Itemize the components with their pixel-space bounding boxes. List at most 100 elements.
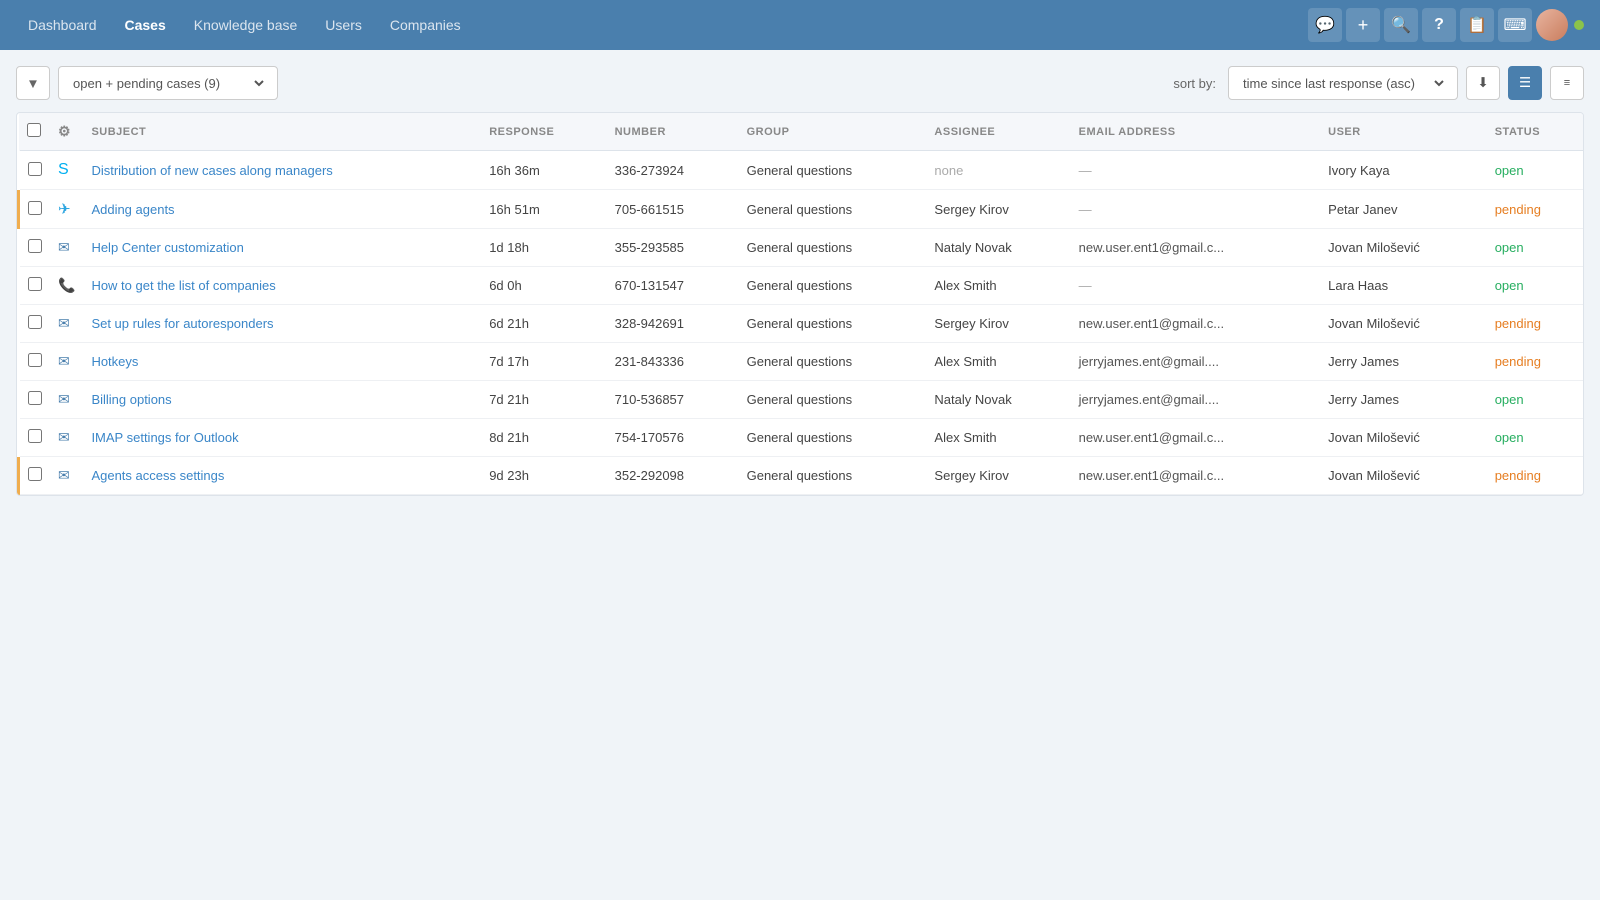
row-subject-cell: Help Center customization <box>83 229 481 267</box>
add-icon-button[interactable]: + <box>1346 8 1380 42</box>
row-checkbox[interactable] <box>28 429 42 443</box>
row-response-cell: 6d 0h <box>481 267 606 305</box>
download-button[interactable]: ⬇ <box>1466 66 1500 100</box>
case-subject-link[interactable]: Billing options <box>91 392 171 407</box>
row-icon-cell: ✉ <box>50 381 83 419</box>
row-assignee-cell: Nataly Novak <box>926 229 1070 267</box>
status-header: STATUS <box>1487 113 1583 151</box>
nav-dashboard[interactable]: Dashboard <box>16 11 109 39</box>
row-email-cell: jerryjames.ent@gmail.... <box>1071 381 1321 419</box>
row-checkbox-cell[interactable] <box>19 190 51 229</box>
help-icon-button[interactable]: ? <box>1422 8 1456 42</box>
row-checkbox[interactable] <box>28 277 42 291</box>
row-checkbox[interactable] <box>28 162 42 176</box>
case-subject-link[interactable]: Set up rules for autoresponders <box>91 316 273 331</box>
search-icon-button[interactable]: 🔍 <box>1384 8 1418 42</box>
nav-cases[interactable]: Cases <box>113 11 178 39</box>
row-response-cell: 16h 36m <box>481 151 606 190</box>
row-response-cell: 16h 51m <box>481 190 606 229</box>
row-status-cell: pending <box>1487 457 1583 495</box>
row-checkbox-cell[interactable] <box>19 267 51 305</box>
row-response-cell: 1d 18h <box>481 229 606 267</box>
case-subject-link[interactable]: Agents access settings <box>91 468 224 483</box>
keyboard-icon-button[interactable]: ⌨ <box>1498 8 1532 42</box>
select-all-checkbox[interactable] <box>27 123 41 137</box>
row-icon-cell: ✉ <box>50 457 83 495</box>
user-avatar-button[interactable] <box>1536 9 1584 41</box>
reports-icon-button[interactable]: 📋 <box>1460 8 1494 42</box>
status-badge: open <box>1495 163 1524 178</box>
list-view-icon: ☰ <box>1519 75 1531 91</box>
nav-companies[interactable]: Companies <box>378 11 473 39</box>
nav-icon-group: 💬 + 🔍 ? 📋 ⌨ <box>1308 8 1584 42</box>
status-badge: open <box>1495 392 1524 407</box>
chat-icon-button[interactable]: 💬 <box>1308 8 1342 42</box>
filter-dropdown[interactable]: open + pending cases (9) open cases pend… <box>58 66 278 100</box>
filter-icon-button[interactable]: ▼ <box>16 66 50 100</box>
row-checkbox-cell[interactable] <box>19 457 51 495</box>
row-checkbox-cell[interactable] <box>19 229 51 267</box>
row-checkbox-cell[interactable] <box>19 305 51 343</box>
nav-users[interactable]: Users <box>313 11 374 39</box>
row-icon-cell: ✉ <box>50 419 83 457</box>
sort-dropdown[interactable]: time since last response (asc) time sinc… <box>1228 66 1458 100</box>
table-row: ✉ Hotkeys 7d 17h 231-843336 General ques… <box>19 343 1584 381</box>
row-checkbox-cell[interactable] <box>19 381 51 419</box>
row-checkbox[interactable] <box>28 201 42 215</box>
row-checkbox-cell[interactable] <box>19 343 51 381</box>
row-assignee-cell: Alex Smith <box>926 419 1070 457</box>
row-icon-cell: ✉ <box>50 305 83 343</box>
email-icon: ✉ <box>58 467 70 483</box>
telegram-icon: ✈ <box>58 201 71 218</box>
email-header: EMAIL ADDRESS <box>1071 113 1321 151</box>
case-subject-link[interactable]: Distribution of new cases along managers <box>91 163 332 178</box>
row-group-cell: General questions <box>739 229 927 267</box>
sort-select[interactable]: time since last response (asc) time sinc… <box>1239 75 1447 92</box>
nav-knowledge-base[interactable]: Knowledge base <box>182 11 310 39</box>
row-email-cell: — <box>1071 267 1321 305</box>
row-status-cell: pending <box>1487 190 1583 229</box>
case-subject-link[interactable]: Help Center customization <box>91 240 243 255</box>
row-user-cell: Jerry James <box>1320 381 1487 419</box>
row-status-cell: pending <box>1487 305 1583 343</box>
row-icon-cell: S <box>50 151 83 190</box>
row-checkbox[interactable] <box>28 315 42 329</box>
email-icon: ✉ <box>58 315 70 331</box>
table-row: ✈ Adding agents 16h 51m 705-661515 Gener… <box>19 190 1584 229</box>
row-response-cell: 9d 23h <box>481 457 606 495</box>
table-row: ✉ Agents access settings 9d 23h 352-2920… <box>19 457 1584 495</box>
chat-icon: 💬 <box>1315 15 1335 35</box>
row-email-cell: jerryjames.ent@gmail.... <box>1071 343 1321 381</box>
select-all-header[interactable] <box>19 113 51 151</box>
compact-view-button[interactable]: ≡ <box>1550 66 1584 100</box>
status-badge: open <box>1495 430 1524 445</box>
case-subject-link[interactable]: How to get the list of companies <box>91 278 275 293</box>
row-checkbox[interactable] <box>28 239 42 253</box>
row-response-cell: 6d 21h <box>481 305 606 343</box>
email-icon: ✉ <box>58 239 70 255</box>
case-subject-link[interactable]: IMAP settings for Outlook <box>91 430 238 445</box>
row-icon-cell: ✈ <box>50 190 83 229</box>
case-subject-link[interactable]: Hotkeys <box>91 354 138 369</box>
row-icon-cell: ✉ <box>50 343 83 381</box>
row-icon-cell: 📞 <box>50 267 83 305</box>
case-subject-link[interactable]: Adding agents <box>91 202 174 217</box>
filter-select[interactable]: open + pending cases (9) open cases pend… <box>69 75 267 92</box>
help-icon: ? <box>1434 16 1444 34</box>
group-header: GROUP <box>739 113 927 151</box>
gear-icon[interactable]: ⚙ <box>58 123 71 139</box>
row-checkbox[interactable] <box>28 391 42 405</box>
row-user-cell: Jovan Milošević <box>1320 229 1487 267</box>
row-assignee-cell: Sergey Kirov <box>926 305 1070 343</box>
row-checkbox[interactable] <box>28 353 42 367</box>
row-subject-cell: Hotkeys <box>83 343 481 381</box>
row-subject-cell: IMAP settings for Outlook <box>83 419 481 457</box>
row-subject-cell: Agents access settings <box>83 457 481 495</box>
list-view-button[interactable]: ☰ <box>1508 66 1542 100</box>
row-checkbox[interactable] <box>28 467 42 481</box>
main-content: ▼ open + pending cases (9) open cases pe… <box>0 50 1600 900</box>
row-checkbox-cell[interactable] <box>19 419 51 457</box>
gear-header[interactable]: ⚙ <box>50 113 83 151</box>
row-checkbox-cell[interactable] <box>19 151 51 190</box>
row-response-cell: 7d 17h <box>481 343 606 381</box>
